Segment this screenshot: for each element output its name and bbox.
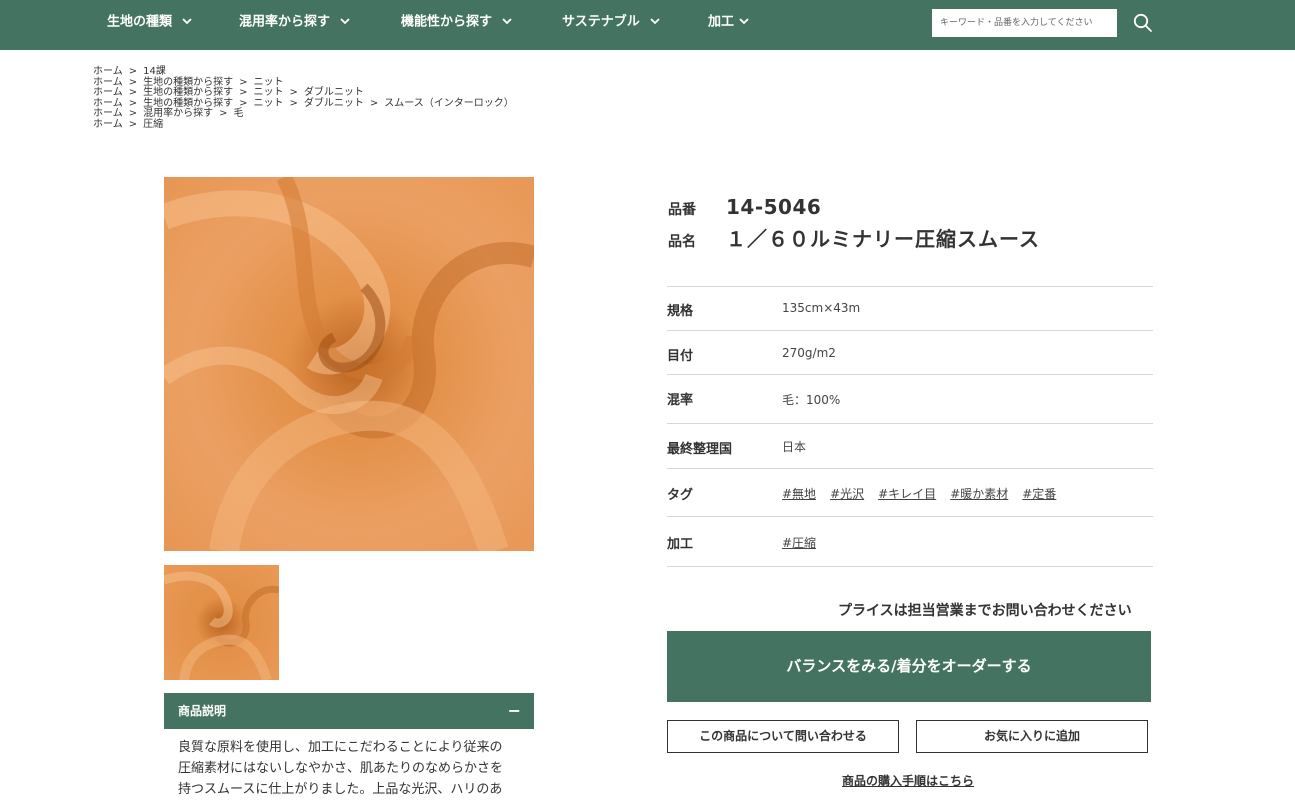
breadcrumb-link[interactable]: 生地の種類から探す (143, 87, 233, 98)
nav-item-functionality[interactable]: 機能性から探す (401, 0, 512, 44)
spec-row-size: 規格 135cm×43m (667, 287, 1153, 331)
breadcrumb-link[interactable]: ニット (253, 77, 283, 88)
tag-list: #無地 #光沢 #キレイ目 #暖か素材 #定番 (782, 485, 1070, 502)
spec-value: 毛：100% (782, 393, 841, 407)
chevron-down-icon (739, 0, 749, 44)
nav-item-label: 混用率から探す (239, 14, 331, 30)
minus-icon[interactable]: − (508, 693, 521, 729)
chevron-down-icon (182, 0, 192, 44)
breadcrumb-link[interactable]: ホーム (93, 119, 123, 130)
top-navigation: 生地の種類 混用率から探す 機能性から探す サステナブル 加工 (0, 0, 1295, 50)
inquire-button[interactable]: この商品について問い合わせる (667, 720, 899, 753)
breadcrumb-link[interactable]: 毛 (233, 108, 243, 120)
breadcrumb-line: ホーム > 圧縮 (93, 118, 164, 130)
product-name: １／６０ルミナリー圧縮スムース (726, 227, 1040, 251)
breadcrumb-link[interactable]: ホーム (93, 87, 123, 98)
tag-list: #圧縮 (782, 534, 830, 551)
breadcrumb: ホーム >14課 ホーム > 生地の種類から探す > ニット ホーム > 生地の種類から探す >… (93, 66, 514, 131)
breadcrumb-link[interactable]: ダブルニット (304, 98, 364, 109)
spec-label: 最終整理国 (667, 442, 733, 457)
nav-item-sustainable[interactable]: サステナブル (562, 0, 660, 44)
spec-value: 日本 (782, 440, 807, 454)
spec-label: タグ (667, 488, 694, 503)
chevron-down-icon (340, 0, 350, 44)
breadcrumb-link[interactable]: ホーム (93, 108, 123, 120)
tag-link[interactable]: #光沢 (830, 487, 864, 501)
product-code-label: 品番 (668, 202, 696, 218)
breadcrumb-link[interactable]: 混用率から探す (143, 108, 213, 120)
spec-row-blend: 混率 毛：100% (667, 375, 1153, 424)
breadcrumb-link[interactable]: 生地の種類から探す (143, 77, 233, 88)
nav-item-fabric-type[interactable]: 生地の種類 (107, 0, 192, 44)
product-header: 品番 14-5046 品名 １／６０ルミナリー圧縮スムース (668, 195, 1040, 253)
spec-label: 混率 (667, 393, 694, 408)
breadcrumb-link[interactable]: ダブルニット (304, 87, 364, 98)
description-line: 圧縮素材にはないしなやかさ、肌あたりのなめらかさを (178, 761, 504, 776)
spec-label: 目付 (667, 349, 694, 364)
breadcrumb-link[interactable]: ニット (253, 98, 283, 109)
nav-item-label: 機能性から探す (401, 14, 493, 30)
nav-item-processing[interactable]: 加工 (708, 0, 749, 44)
search-input[interactable] (932, 9, 1117, 37)
nav-item-label: 生地の種類 (107, 14, 173, 30)
breadcrumb-link[interactable]: 圧縮 (143, 119, 163, 130)
breadcrumb-link[interactable]: ホーム (93, 77, 123, 88)
search-icon[interactable] (1133, 13, 1153, 33)
product-code: 14-5046 (726, 195, 822, 219)
breadcrumb-link[interactable]: スムース（インターロック） (384, 98, 514, 109)
description-accordion-header[interactable]: 商品説明 − (164, 693, 534, 729)
product-main-image (164, 177, 534, 551)
breadcrumb-link[interactable]: 14課 (143, 66, 166, 77)
spec-row-origin: 最終整理国 日本 (667, 424, 1153, 469)
spec-value: 135cm×43m (782, 301, 861, 315)
spec-label: 加工 (667, 537, 694, 552)
tag-link[interactable]: #無地 (782, 487, 816, 501)
tag-link[interactable]: #キレイ目 (878, 487, 936, 501)
chevron-down-icon (650, 0, 660, 44)
product-name-row: 品名 １／６０ルミナリー圧縮スムース (668, 223, 1040, 253)
chevron-down-icon (502, 0, 512, 44)
description-text: 良質な原料を使用し、加工にこだわることにより従来の 圧縮素材にはないしなやかさ、… (178, 737, 523, 800)
spec-value: 270g/m2 (782, 346, 836, 360)
breadcrumb-link[interactable]: ホーム (93, 66, 123, 77)
add-to-favorites-button[interactable]: お気に入りに追加 (916, 720, 1148, 753)
purchase-guide-link[interactable]: 商品の購入手順はこちら (842, 772, 974, 789)
spec-row-weight: 目付 270g/m2 (667, 331, 1153, 375)
tag-link[interactable]: #定番 (1022, 487, 1056, 501)
spec-row-processing: 加工 #圧縮 (667, 517, 1153, 567)
description-title: 商品説明 (178, 704, 227, 718)
description-line: 良質な原料を使用し、加工にこだわることにより従来の (178, 740, 503, 755)
description-line: 持つスムースに仕上がりました。上品な光沢、ハリのあ (178, 782, 503, 797)
product-code-row: 品番 14-5046 (668, 195, 1040, 223)
price-note: プライスは担当営業までお問い合わせください (838, 603, 1132, 619)
breadcrumb-link[interactable]: ニット (253, 87, 283, 98)
product-name-label: 品名 (668, 234, 696, 250)
nav-item-label: サステナブル (562, 14, 640, 30)
spec-row-tags: タグ #無地 #光沢 #キレイ目 #暖か素材 #定番 (667, 469, 1153, 517)
nav-item-blend-ratio[interactable]: 混用率から探す (239, 0, 350, 44)
tag-link[interactable]: #圧縮 (782, 536, 816, 550)
tag-link[interactable]: #暖か素材 (950, 487, 1008, 501)
spec-table: 規格 135cm×43m 目付 270g/m2 混率 毛：100% 最終整理国 … (667, 286, 1153, 567)
order-button[interactable]: バランスをみる/着分をオーダーする (667, 631, 1151, 702)
product-thumbnail[interactable] (164, 565, 279, 680)
spec-label: 規格 (667, 304, 694, 319)
nav-item-label: 加工 (708, 14, 735, 30)
